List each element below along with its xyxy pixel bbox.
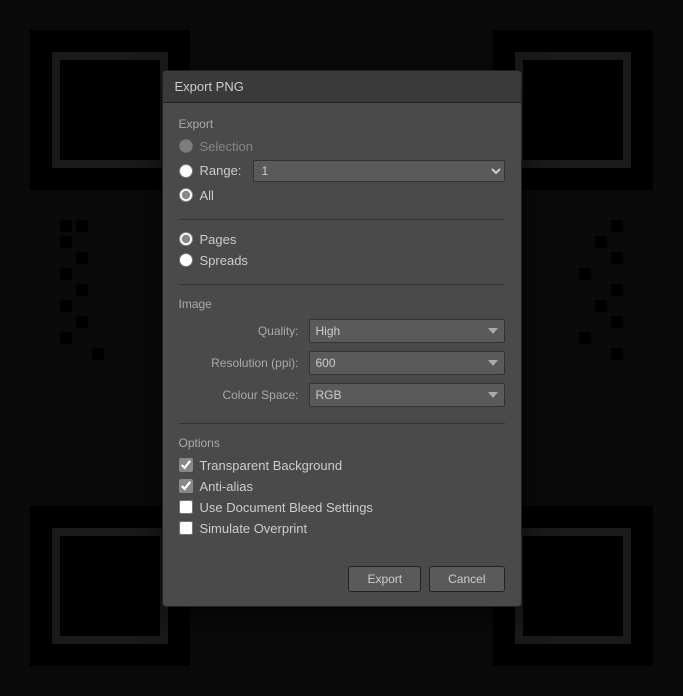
colour-space-row: Colour Space: RGB CMYK Gray: [179, 383, 505, 407]
transparent-bg-checkbox[interactable]: [179, 458, 193, 472]
image-section-label: Image: [179, 297, 505, 311]
use-doc-bleed-row: Use Document Bleed Settings: [179, 500, 505, 515]
resolution-label: Resolution (ppi):: [179, 356, 309, 370]
range-label: Range:: [200, 163, 246, 178]
all-radio[interactable]: [179, 188, 193, 202]
all-label: All: [200, 188, 214, 203]
colour-space-label: Colour Space:: [179, 388, 309, 402]
export-button[interactable]: Export: [348, 566, 421, 592]
transparent-bg-row: Transparent Background: [179, 458, 505, 473]
anti-alias-row: Anti-alias: [179, 479, 505, 494]
simulate-overprint-row: Simulate Overprint: [179, 521, 505, 536]
export-png-dialog: Export PNG Export Selection Range: 1 All: [162, 70, 522, 607]
pages-section: Pages Spreads: [179, 232, 505, 268]
options-section: Options Transparent Background Anti-alia…: [179, 436, 505, 536]
spreads-radio[interactable]: [179, 253, 193, 267]
resolution-select[interactable]: 72 96 150 300 600: [309, 351, 505, 375]
transparent-bg-label: Transparent Background: [200, 458, 343, 473]
simulate-overprint-label: Simulate Overprint: [200, 521, 308, 536]
quality-label: Quality:: [179, 324, 309, 338]
cancel-button[interactable]: Cancel: [429, 566, 504, 592]
selection-label: Selection: [200, 139, 253, 154]
pages-radio-row: Pages: [179, 232, 505, 247]
use-doc-bleed-label: Use Document Bleed Settings: [200, 500, 373, 515]
selection-radio[interactable]: [179, 139, 193, 153]
spreads-label: Spreads: [200, 253, 248, 268]
range-radio-row: Range: 1: [179, 160, 505, 182]
options-section-label: Options: [179, 436, 505, 450]
quality-row: Quality: Low Medium High Maximum: [179, 319, 505, 343]
pages-radio[interactable]: [179, 232, 193, 246]
dialog-footer: Export Cancel: [163, 556, 521, 606]
use-doc-bleed-checkbox[interactable]: [179, 500, 193, 514]
resolution-row: Resolution (ppi): 72 96 150 300 600: [179, 351, 505, 375]
export-section: Export Selection Range: 1 All: [179, 117, 505, 203]
spreads-radio-row: Spreads: [179, 253, 505, 268]
all-radio-row: All: [179, 188, 505, 203]
pages-label: Pages: [200, 232, 237, 247]
image-section: Image Quality: Low Medium High Maximum R…: [179, 297, 505, 407]
colour-space-select[interactable]: RGB CMYK Gray: [309, 383, 505, 407]
range-select[interactable]: 1: [253, 160, 505, 182]
quality-select[interactable]: Low Medium High Maximum: [309, 319, 505, 343]
simulate-overprint-checkbox[interactable]: [179, 521, 193, 535]
range-radio[interactable]: [179, 164, 193, 178]
dialog-title: Export PNG: [163, 71, 521, 103]
selection-radio-row: Selection: [179, 139, 505, 154]
anti-alias-checkbox[interactable]: [179, 479, 193, 493]
anti-alias-label: Anti-alias: [200, 479, 253, 494]
export-section-label: Export: [179, 117, 505, 131]
